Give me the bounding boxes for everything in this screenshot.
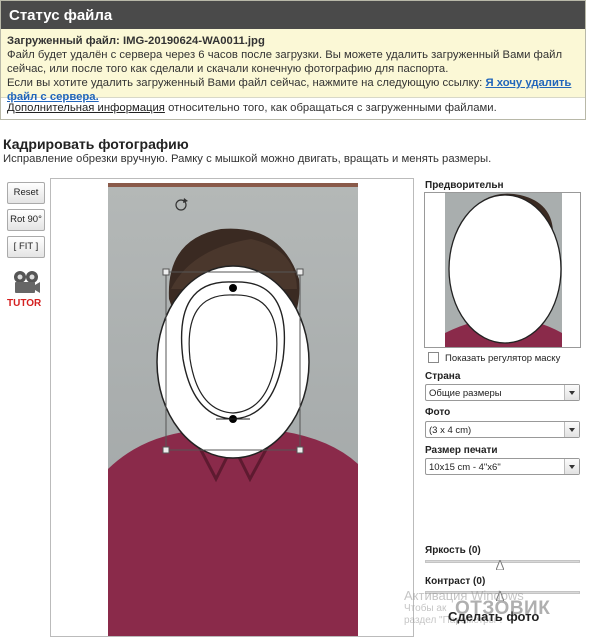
- preview-image: [424, 192, 581, 348]
- crop-canvas[interactable]: [50, 178, 414, 637]
- status-line-2: сейчас, или после того как сделали и ска…: [7, 63, 449, 75]
- status-line-3: Если вы хотите удалить загруженный Вами …: [7, 77, 572, 89]
- status-message: Загруженный файл: IMG-20190624-WA0011.jp…: [1, 29, 585, 103]
- contrast-label: Контраст (0): [425, 576, 486, 587]
- country-select[interactable]: Общие размеры: [425, 384, 580, 401]
- chevron-down-icon[interactable]: [564, 459, 579, 474]
- crop-handle-bottom-right[interactable]: [296, 446, 304, 454]
- site-watermark: ОТЗОВИК: [455, 598, 551, 619]
- country-label: Страна: [425, 371, 461, 382]
- country-value: Общие размеры: [429, 388, 502, 399]
- preview-photo: [425, 193, 580, 347]
- photo-size-label: Фото: [425, 407, 451, 418]
- film-camera-icon[interactable]: [11, 270, 41, 294]
- photo-crop-area[interactable]: [51, 179, 414, 637]
- reset-button[interactable]: Reset: [7, 182, 45, 204]
- crop-handle-bottom-left[interactable]: [162, 446, 170, 454]
- show-mask-label: Показать регулятор маску: [445, 353, 561, 364]
- crop-handle-top-right[interactable]: [296, 268, 304, 276]
- print-size-label: Размер печати: [425, 445, 498, 456]
- uploaded-file-line: Загруженный файл: IMG-20190624-WA0011.jp…: [7, 35, 265, 47]
- chevron-down-icon[interactable]: [564, 385, 579, 400]
- print-size-value: 10x15 cm - 4"x6": [429, 462, 501, 473]
- status-title: Статус файла: [1, 1, 585, 29]
- crop-handle-top-left[interactable]: [162, 268, 170, 276]
- crop-section-title: Кадрировать фотографию: [3, 136, 189, 152]
- status-line-1: Файл будет удалён с сервера через 6 часо…: [7, 49, 563, 61]
- photo-size-value: (3 x 4 cm): [429, 425, 472, 436]
- photo-size-select[interactable]: (3 x 4 cm): [425, 421, 580, 438]
- uploaded-filename: IMG-20190624-WA0011.jpg: [122, 35, 265, 47]
- rotate-90-button[interactable]: Rot 90°: [7, 209, 45, 231]
- more-info-text: относительно того, как обращаться с загр…: [168, 102, 497, 114]
- preview-label: Предворительн: [425, 180, 504, 191]
- crop-section-subtitle: Исправление обрезки вручную. Рамку с мыш…: [3, 153, 492, 165]
- more-info-link[interactable]: Дополнительная информация: [7, 102, 165, 114]
- tutor-label[interactable]: TUTOR: [7, 298, 41, 309]
- brightness-label: Яркость (0): [425, 545, 481, 556]
- chevron-down-icon[interactable]: [564, 422, 579, 437]
- delete-file-link[interactable]: Я хочу удалить: [485, 77, 571, 89]
- file-status-box: Статус файла Загруженный файл: IMG-20190…: [0, 0, 586, 120]
- print-size-select[interactable]: 10x15 cm - 4"x6": [425, 458, 580, 475]
- brightness-slider-thumb[interactable]: [496, 560, 504, 570]
- fit-button[interactable]: [ FIT ]: [7, 236, 45, 258]
- show-mask-checkbox[interactable]: [428, 352, 439, 363]
